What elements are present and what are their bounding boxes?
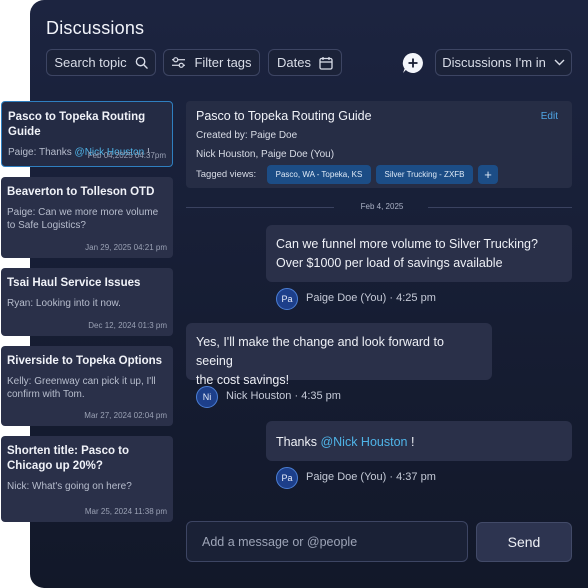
thread-item[interactable]: Riverside to Topeka Options Kelly: Green… xyxy=(1,346,173,426)
thread-date: Dec 12, 2024 01:3 pm xyxy=(88,321,167,330)
scope-dropdown[interactable]: Discussions I'm in xyxy=(435,49,572,76)
tagged-views-label: Tagged views: xyxy=(196,169,257,180)
date-divider: Feb 4, 2025 xyxy=(360,202,404,211)
message-meta: Paige Doe (You) · 4:37 pm xyxy=(306,471,436,483)
author-name: Nick Houston xyxy=(226,390,292,402)
search-topic-button[interactable]: Search topic xyxy=(46,49,156,76)
thread-item[interactable]: Beaverton to Tolleson OTD Paige: Can we … xyxy=(1,177,173,258)
thread-title: Tsai Haul Service Issues xyxy=(7,277,141,289)
page-title: Discussions xyxy=(46,18,145,38)
thread-snippet: Ryan: Looking into it now. xyxy=(7,298,121,309)
search-label: Search topic xyxy=(54,55,127,70)
thread-date: Feb 04,2025 04:37pm xyxy=(87,151,166,160)
message-bubble: Thanks @Nick Houston ! xyxy=(266,421,572,461)
message-line: Yes, I'll make the change and look forwa… xyxy=(196,335,444,368)
members-list: Nick Houston, Paige Doe (You) xyxy=(196,149,335,160)
avatar: Pa xyxy=(276,467,298,489)
author-name: Paige Doe (You) xyxy=(306,292,387,304)
message-time: · 4:37 pm xyxy=(389,471,436,483)
discussion-title: Pasco to Topeka Routing Guide xyxy=(196,109,372,123)
author-name: Paige Doe (You) xyxy=(306,471,387,483)
message-bubble: Can we funnel more volume to Silver Truc… xyxy=(266,225,572,282)
thread-item[interactable]: Pasco to Topeka Routing Guide Paige: Tha… xyxy=(1,101,173,167)
created-by: Created by: Paige Doe xyxy=(196,130,298,141)
avatar: Ni xyxy=(196,386,218,408)
divider xyxy=(186,207,334,208)
thread-item[interactable]: Tsai Haul Service Issues Ryan: Looking i… xyxy=(1,268,173,336)
search-icon xyxy=(135,56,148,69)
message-meta: Nick Houston · 4:35 pm xyxy=(226,390,341,402)
thread-snippet: Kelly: Greenway can pick it up, I'll con… xyxy=(7,376,156,400)
calendar-icon xyxy=(319,56,333,70)
chevron-down-icon xyxy=(554,59,565,66)
discussion-header: Pasco to Topeka Routing Guide Edit Creat… xyxy=(186,101,572,188)
thread-date: Jan 29, 2025 04:21 pm xyxy=(85,243,167,252)
thread-item[interactable]: Shorten title: Pasco to Chicago up 20%? … xyxy=(1,436,173,522)
message-input[interactable]: Add a message or @people xyxy=(186,521,468,562)
add-tag-button[interactable]: + xyxy=(478,165,498,184)
dates-label: Dates xyxy=(277,55,311,70)
tag-chip[interactable]: Pasco, WA - Topeka, KS xyxy=(267,165,371,184)
message-time: · 4:35 pm xyxy=(294,390,341,402)
avatar: Pa xyxy=(276,288,298,310)
thread-title: Riverside to Topeka Options xyxy=(7,355,163,367)
thread-date: Mar 25, 2024 11:38 pm xyxy=(84,507,167,516)
add-comment-icon xyxy=(402,52,424,78)
filter-tags-button[interactable]: Filter tags xyxy=(163,49,260,76)
thread-title: Shorten title: Pasco to Chicago up 20%? xyxy=(7,445,130,472)
send-button[interactable]: Send xyxy=(476,522,572,562)
filter-tags-label: Filter tags xyxy=(194,55,252,70)
message-bubble: Yes, I'll make the change and look forwa… xyxy=(186,323,492,387)
message-time: · 4:25 pm xyxy=(389,292,436,304)
message-meta: Paige Doe (You) · 4:25 pm xyxy=(306,292,436,304)
scope-label: Discussions I'm in xyxy=(442,55,546,70)
message-line: Can we funnel more volume to Silver Truc… xyxy=(276,237,538,251)
message-line: Over $1000 per load of savings available xyxy=(276,256,503,270)
thread-title: Pasco to Topeka Routing Guide xyxy=(8,111,146,138)
thread-date: Mar 27, 2024 02:04 pm xyxy=(84,411,167,420)
dates-button[interactable]: Dates xyxy=(268,49,342,76)
divider xyxy=(428,207,572,208)
new-discussion-button[interactable] xyxy=(402,52,424,74)
mention-link[interactable]: @Nick Houston xyxy=(320,435,407,449)
filter-icon xyxy=(171,56,186,69)
tag-chip[interactable]: Silver Trucking - ZXFB xyxy=(376,165,473,184)
edit-link[interactable]: Edit xyxy=(541,111,558,122)
thread-snippet: Nick: What's going on here? xyxy=(7,481,132,492)
thread-snippet: Paige: Can we more more volume to Safe L… xyxy=(7,207,159,231)
message-line: the cost savings! xyxy=(196,373,290,387)
thread-title: Beaverton to Tolleson OTD xyxy=(7,186,155,198)
